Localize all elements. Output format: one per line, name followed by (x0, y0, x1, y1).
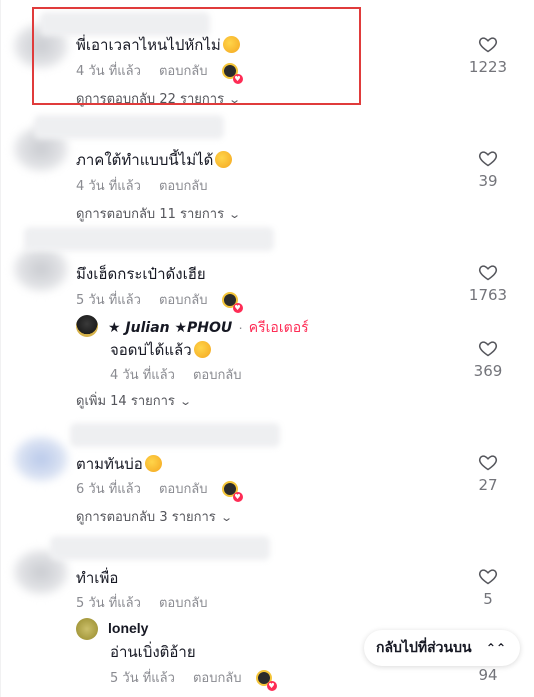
chevron-down-icon: ⌄ (179, 395, 192, 408)
like-count: 94 (478, 666, 498, 684)
like-count: 5 (483, 590, 493, 608)
username-redacted (50, 536, 270, 560)
comment-item: ภาคใต้ทำแบบนี้ไม่ได้ 4 วัน ที่แล้ว ตอบกลั… (0, 115, 534, 225)
chevron-down-icon: ⌄ (219, 511, 233, 524)
reply-text: อ่านเบิ่งติอ้าย (110, 643, 196, 661)
comment-time: 5 วัน ที่แล้ว (76, 596, 141, 611)
like-button[interactable]: 5 (466, 566, 510, 608)
reply-button[interactable]: ตอบกลับ (159, 293, 208, 308)
reply-text: จอดบ่ได้แล้ว (110, 338, 211, 362)
comment-meta: 4 วัน ที่แล้ว ตอบกลับ (76, 175, 208, 196)
comment-item: ทำเพื่อ 5 วัน ที่แล้ว ตอบกลับ 5 lonely อ่… (0, 530, 534, 697)
reply-meta: 4 วัน ที่แล้ว ตอบกลับ (110, 368, 242, 383)
avatar[interactable] (12, 245, 70, 293)
pensive-emoji-icon (193, 341, 211, 358)
comment-item: ตามทันบ่อ 6 วัน ที่แล้ว ตอบกลับ ♥ ดูการตอบ… (0, 415, 534, 530)
reply-button[interactable]: ตอบกลับ (159, 596, 208, 611)
view-replies-button[interactable]: ดูการตอบกลับ 3 รายการ ⌄ (76, 506, 233, 527)
comment-time: 4 วัน ที่แล้ว (76, 179, 141, 194)
like-count: 1223 (468, 58, 508, 76)
comment-meta: 5 วัน ที่แล้ว ตอบกลับ (76, 592, 208, 613)
double-chevron-up-icon: ⌃⌃ (485, 641, 506, 655)
back-to-top-button[interactable]: กลับไปที่ส่วนบน ⌃⌃ (364, 630, 520, 666)
username-redacted (34, 115, 224, 139)
comment-time: 6 วัน ที่แล้ว (76, 482, 141, 497)
like-button[interactable]: 39 (466, 148, 510, 190)
comment-text: มึงเฮ็ดกระเป๋าดังเฮีย (76, 265, 206, 283)
comment-meta: 6 วัน ที่แล้ว ตอบกลับ ♥ (76, 478, 243, 502)
creator-liked-icon: ♥ (221, 291, 243, 313)
like-button[interactable]: 1763 (466, 262, 510, 304)
reply-button[interactable]: ตอบกลับ (159, 482, 208, 497)
chevron-down-icon: ⌄ (228, 208, 242, 221)
heart-outline-icon[interactable] (478, 338, 498, 358)
creator-badge: ครีเอเตอร์ (248, 320, 309, 336)
heart-outline-icon[interactable] (478, 566, 498, 586)
reply-author[interactable]: ★ Julian ★PHOU · ครีเอเตอร์ (108, 317, 309, 339)
comment-text: ทำเพื่อ (76, 569, 119, 587)
reply-author[interactable]: lonely (108, 620, 148, 636)
reply-button[interactable]: ตอบกลับ (193, 368, 242, 383)
username-redacted (24, 227, 274, 251)
reply-meta: 5 วัน ที่แล้ว ตอบกลับ ♥ (110, 669, 277, 691)
creator-liked-icon: ♥ (221, 480, 243, 502)
like-count: 369 (473, 362, 503, 380)
highlight-box (32, 7, 361, 105)
comment-time: 5 วัน ที่แล้ว (76, 293, 141, 308)
like-button[interactable]: 369 (466, 338, 510, 380)
rofl-emoji-icon (215, 151, 233, 168)
heart-outline-icon[interactable] (478, 262, 498, 282)
heart-outline-icon[interactable] (478, 34, 498, 54)
reply-avatar[interactable] (76, 618, 98, 640)
username-redacted (70, 423, 280, 447)
comment-text: ตามทันบ่อ (76, 452, 162, 476)
view-more-button[interactable]: ดูเพิ่ม 14 รายการ ⌄ (76, 390, 192, 411)
reply-button[interactable]: ตอบกลับ (159, 179, 208, 194)
comment-text: ภาคใต้ทำแบบนี้ไม่ได้ (76, 148, 233, 172)
view-replies-button[interactable]: ดูการตอบกลับ 11 รายการ ⌄ (76, 203, 242, 224)
laughing-emoji-icon (144, 455, 162, 472)
like-button[interactable]: 1223 (466, 34, 510, 76)
comment-meta: 5 วัน ที่แล้ว ตอบกลับ ♥ (76, 289, 243, 313)
heart-outline-icon[interactable] (478, 452, 498, 472)
reply-avatar[interactable] (76, 315, 98, 337)
like-count: 27 (478, 476, 498, 494)
like-count: 39 (478, 172, 498, 190)
reply-button[interactable]: ตอบกลับ (193, 671, 242, 686)
comment-item: มึงเฮ็ดกระเป๋าดังเฮีย 5 วัน ที่แล้วตอบกล… (0, 225, 534, 415)
heart-outline-icon[interactable] (478, 148, 498, 168)
like-count: 1763 (468, 286, 508, 304)
avatar[interactable] (12, 435, 70, 483)
creator-liked-icon: ♥ (255, 669, 277, 691)
like-button[interactable]: 27 (466, 452, 510, 494)
